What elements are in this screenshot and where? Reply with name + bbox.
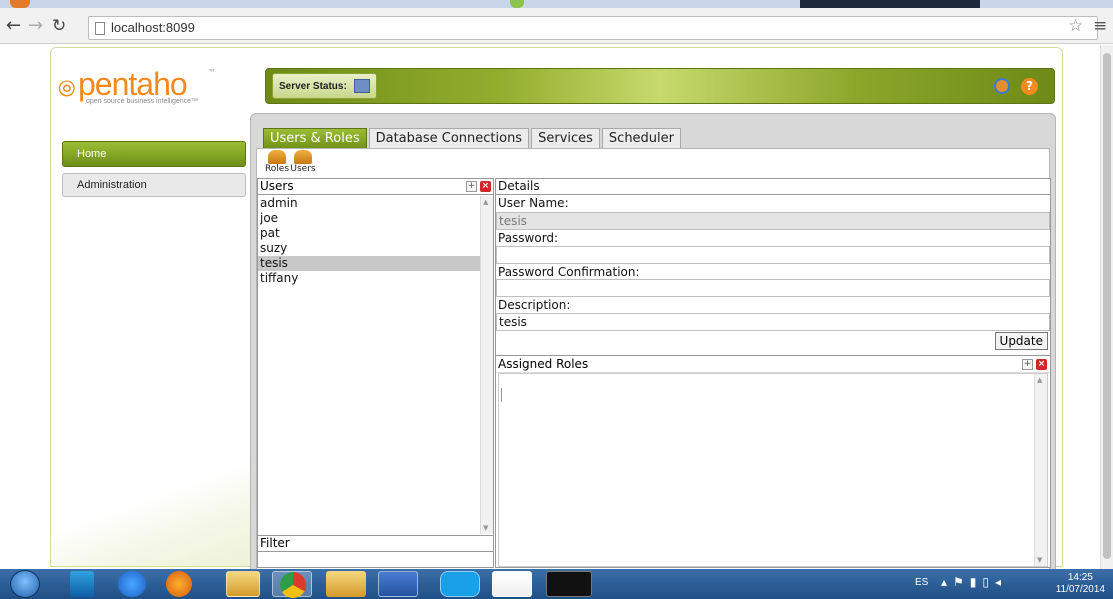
user-row-joe[interactable]: joe bbox=[258, 211, 480, 226]
clock-date: 11/07/2014 bbox=[1055, 584, 1105, 595]
command-prompt-icon[interactable] bbox=[546, 571, 592, 597]
nav-item-home[interactable]: Home bbox=[62, 141, 246, 167]
tab-services[interactable]: Services bbox=[531, 128, 600, 150]
details-header: Details bbox=[496, 179, 1050, 195]
forward-arrow-icon[interactable]: → bbox=[28, 16, 43, 36]
users-pane: Users + × admin joe pat suzy tesis tiffa… bbox=[257, 178, 494, 568]
users-list: admin joe pat suzy tesis tiffany bbox=[258, 196, 480, 544]
header-bar: Server Status: ? bbox=[265, 68, 1055, 104]
add-role-icon[interactable]: + bbox=[1022, 359, 1033, 370]
scroll-up-icon[interactable]: ▲ bbox=[1037, 376, 1042, 384]
clock-time: 14:25 bbox=[1067, 572, 1093, 583]
pentaho-logo: ⦾ pentaho ™ open source business intelli… bbox=[58, 62, 248, 110]
users-button-label: Users bbox=[290, 164, 316, 174]
refresh-icon[interactable] bbox=[994, 78, 1010, 94]
password-label: Password: bbox=[498, 231, 559, 245]
browser-tab[interactable] bbox=[800, 0, 980, 8]
user-row-pat[interactable]: pat bbox=[258, 226, 480, 241]
admin-tabs: Users & Roles Database Connections Servi… bbox=[263, 128, 683, 150]
details-pane: Details User Name: tesis Password: Passw… bbox=[495, 178, 1051, 568]
tray-icons[interactable]: ▴⚑▮▯◂ bbox=[941, 575, 1007, 589]
start-button-icon[interactable] bbox=[10, 570, 40, 598]
tab-users-roles[interactable]: Users & Roles bbox=[263, 128, 367, 150]
assigned-roles-header: Assigned Roles + × bbox=[496, 355, 1050, 373]
browser-tab[interactable] bbox=[10, 0, 30, 8]
tab-database-connections[interactable]: Database Connections bbox=[368, 128, 530, 150]
scroll-down-icon[interactable]: ▼ bbox=[1037, 556, 1042, 564]
file-manager-icon[interactable] bbox=[226, 571, 260, 597]
internet-explorer-icon[interactable] bbox=[118, 571, 146, 597]
assigned-roles-list[interactable]: ▲ ▼ bbox=[498, 373, 1048, 567]
clock[interactable]: 14:25 11/07/2014 bbox=[1056, 572, 1105, 596]
logo-tm: ™ bbox=[208, 68, 216, 77]
users-header-label: Users bbox=[260, 179, 294, 193]
server-status-button[interactable]: Server Status: bbox=[272, 73, 377, 99]
browser-tab-strip bbox=[0, 0, 1113, 8]
password-confirmation-field[interactable] bbox=[496, 279, 1050, 297]
page-scrollbar[interactable] bbox=[1100, 45, 1113, 569]
roles-button-label: Roles bbox=[264, 164, 290, 174]
user-row-tesis[interactable]: tesis bbox=[258, 256, 480, 271]
side-navigation: Home Administration bbox=[62, 141, 246, 197]
remove-role-icon[interactable]: × bbox=[1036, 359, 1047, 370]
user-row-admin[interactable]: admin bbox=[258, 196, 480, 211]
user-row-tiffany[interactable]: tiffany bbox=[258, 271, 480, 286]
system-tray: ES ▴⚑▮▯◂ 14:25 11/07/2014 bbox=[893, 569, 1113, 599]
bookmark-star-icon[interactable]: ☆ bbox=[1068, 16, 1083, 36]
users-scrollbar[interactable]: ▲ ▼ bbox=[480, 196, 493, 534]
windows-taskbar: ES ▴⚑▮▯◂ 14:25 11/07/2014 bbox=[0, 569, 1113, 599]
password-field[interactable] bbox=[496, 246, 1050, 264]
tab-scheduler[interactable]: Scheduler bbox=[601, 128, 682, 150]
scroll-down-icon[interactable]: ▼ bbox=[483, 524, 488, 532]
chrome-icon bbox=[280, 572, 306, 598]
user-name-label: User Name: bbox=[498, 196, 569, 210]
roles-scrollbar[interactable]: ▲ ▼ bbox=[1034, 374, 1047, 566]
list-caret bbox=[501, 388, 502, 402]
media-center-icon[interactable] bbox=[70, 571, 94, 597]
skype-icon[interactable] bbox=[440, 571, 480, 597]
browser-tab[interactable] bbox=[510, 0, 524, 8]
language-indicator[interactable]: ES bbox=[915, 577, 928, 588]
server-status-label: Server Status: bbox=[279, 81, 347, 92]
filter-input[interactable] bbox=[258, 551, 493, 567]
menu-icon[interactable]: ≡ bbox=[1093, 16, 1107, 36]
firefox-icon[interactable] bbox=[166, 571, 192, 597]
update-button[interactable]: Update bbox=[994, 332, 1048, 350]
page-icon bbox=[95, 22, 105, 35]
user-name-field[interactable]: tesis bbox=[496, 212, 1050, 230]
filter-label: Filter bbox=[258, 535, 493, 551]
roles-icon bbox=[268, 150, 286, 164]
scroll-up-icon[interactable]: ▲ bbox=[483, 198, 488, 206]
logo-tagline: open source business intelligence™ bbox=[86, 98, 199, 105]
users-button[interactable]: Users bbox=[288, 150, 318, 174]
help-icon[interactable]: ? bbox=[1021, 78, 1038, 95]
back-arrow-icon[interactable]: ← bbox=[6, 16, 21, 36]
assigned-roles-label: Assigned Roles bbox=[498, 357, 589, 371]
java-icon[interactable] bbox=[492, 571, 532, 597]
server-icon bbox=[353, 79, 370, 94]
description-field[interactable]: tesis bbox=[496, 313, 1050, 331]
logo-mark-icon: ⦾ bbox=[58, 76, 76, 101]
scrollbar-thumb[interactable] bbox=[1103, 53, 1111, 559]
users-icon bbox=[294, 150, 312, 164]
windows-explorer-icon[interactable] bbox=[326, 571, 366, 597]
address-bar[interactable]: localhost:8099 bbox=[88, 16, 1098, 40]
decorative-background bbox=[51, 460, 251, 566]
delete-user-icon[interactable]: × bbox=[480, 181, 491, 192]
add-user-icon[interactable]: + bbox=[466, 181, 477, 192]
user-row-suzy[interactable]: suzy bbox=[258, 241, 480, 256]
word-icon[interactable] bbox=[378, 571, 418, 597]
nav-item-administration[interactable]: Administration bbox=[62, 173, 246, 197]
url-text: localhost:8099 bbox=[111, 20, 195, 35]
description-label: Description: bbox=[498, 298, 571, 312]
reload-icon[interactable]: ↻ bbox=[52, 16, 66, 36]
chrome-taskbar-button[interactable] bbox=[272, 571, 312, 598]
users-header: Users + × bbox=[258, 179, 493, 195]
